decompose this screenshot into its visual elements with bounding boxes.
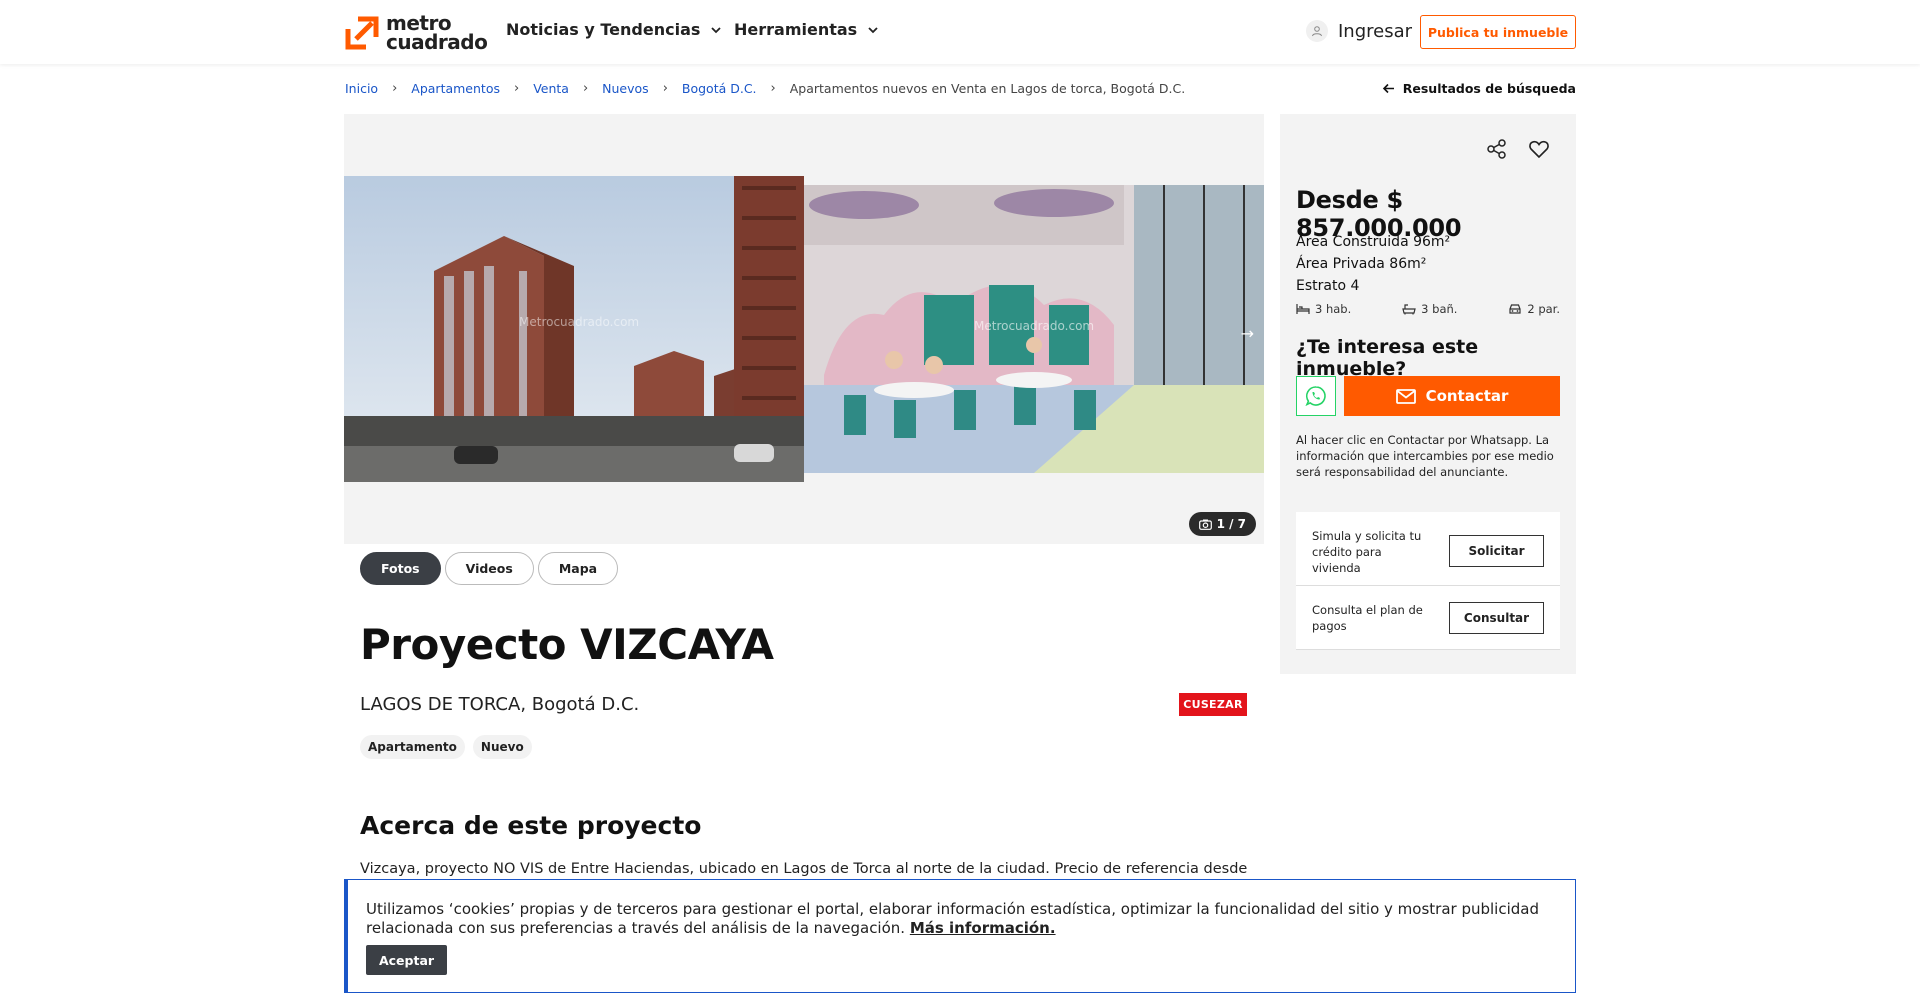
chevron-down-icon xyxy=(868,26,878,33)
whatsapp-icon xyxy=(1305,386,1326,407)
gallery-next-arrow-icon[interactable]: → xyxy=(1241,324,1254,343)
breadcrumb-separator: › xyxy=(392,81,398,96)
breadcrumb-current: Apartamentos nuevos en Venta en Lagos de… xyxy=(789,81,1186,96)
estrato: Estrato 4 xyxy=(1296,278,1360,294)
credit-box: Simula y solicita tu crédito para vivien… xyxy=(1296,512,1560,650)
contact-button[interactable]: Contactar xyxy=(1344,376,1560,416)
interest-heading: ¿Te interesa este inmueble? xyxy=(1296,336,1479,380)
contact-disclaimer: Al hacer clic en Contactar por Whatsapp.… xyxy=(1296,433,1554,479)
logo-mark-icon xyxy=(345,16,379,50)
arrow-left-icon xyxy=(1382,83,1394,94)
payment-plan-text: Consulta el plan de pagos xyxy=(1312,603,1423,633)
payment-plan-row: Consulta el plan de pagos Consultar xyxy=(1296,586,1560,650)
breadcrumb-venta[interactable]: Venta xyxy=(533,81,569,96)
whatsapp-button[interactable] xyxy=(1296,376,1336,416)
feature-parking-label: 2 par. xyxy=(1527,302,1560,316)
consultar-button[interactable]: Consultar xyxy=(1449,602,1544,634)
tab-fotos[interactable]: Fotos xyxy=(360,552,441,585)
publish-button[interactable]: Publica tu inmueble xyxy=(1420,15,1576,49)
breadcrumb-bogota[interactable]: Bogotá D.C. xyxy=(682,81,757,96)
kids-playroom-photo[interactable]: Metrocuadrado.com xyxy=(804,185,1264,473)
about-heading: Acerca de este proyecto xyxy=(360,811,702,840)
mail-icon xyxy=(1395,388,1416,404)
breadcrumb-separator: › xyxy=(582,81,589,96)
breadcrumb: Inicio › Apartamentos › Venta › Nuevos ›… xyxy=(345,81,1185,96)
back-label: Resultados de búsqueda xyxy=(1402,81,1576,96)
media-tabs: Fotos Videos Mapa xyxy=(360,552,619,585)
photo-counter-badge: 1 / 7 xyxy=(1188,512,1256,536)
tab-videos[interactable]: Videos xyxy=(444,552,534,585)
cookie-more-info-link[interactable]: Más información. xyxy=(910,919,1056,937)
share-icon[interactable] xyxy=(1486,138,1508,160)
cookie-banner: Utilizamos ‘cookies’ propias y de tercer… xyxy=(344,879,1576,993)
login-link[interactable]: Ingresar xyxy=(1306,20,1412,42)
feature-bathrooms-label: 3 bañ. xyxy=(1421,302,1458,316)
price-sidebar: Desde $ 857.000.000 Área Construida 96m²… xyxy=(1280,114,1576,674)
contact-label: Contactar xyxy=(1425,387,1509,405)
breadcrumb-separator: › xyxy=(662,81,668,96)
breadcrumb-separator: › xyxy=(513,81,520,96)
nav-herramientas-label: Herramientas xyxy=(734,20,858,39)
camera-icon xyxy=(1198,519,1212,530)
site-header: metro cuadrado Noticias y Tendencias Her… xyxy=(0,0,1920,64)
nav-herramientas[interactable]: Herramientas xyxy=(734,20,879,39)
building-exterior-photo[interactable]: Metrocuadrado.com xyxy=(344,176,804,482)
login-label: Ingresar xyxy=(1338,20,1413,42)
credit-row: Simula y solicita tu crédito para vivien… xyxy=(1296,512,1560,586)
builder-logo[interactable]: CUSEZAR xyxy=(1179,693,1247,716)
car-icon xyxy=(1509,304,1521,314)
area-construida: Área Construida 96m² xyxy=(1296,234,1451,250)
gallery-watermark: Metrocuadrado.com xyxy=(519,315,639,329)
feature-bedrooms-label: 3 hab. xyxy=(1315,302,1352,316)
credit-text: Simula y solicita tu crédito para vivien… xyxy=(1312,529,1422,575)
project-title: Proyecto VIZCAYA xyxy=(360,620,774,669)
breadcrumb-separator: › xyxy=(770,81,776,96)
about-text: Vizcaya, proyecto NO VIS de Entre Hacien… xyxy=(360,861,1248,877)
breadcrumb-apartamentos[interactable]: Apartamentos xyxy=(411,81,500,96)
metrocuadrado-logo[interactable]: metro cuadrado xyxy=(344,13,488,54)
tag-nuevo: Nuevo xyxy=(472,735,532,759)
features-row: 3 hab. 3 bañ. 2 par. xyxy=(1296,302,1560,316)
logo-text-line2: cuadrado xyxy=(386,30,488,54)
area-privada: Área Privada 86m² xyxy=(1296,256,1427,272)
photo-counter-text: 1 / 7 xyxy=(1216,517,1246,531)
bed-icon xyxy=(1296,304,1310,314)
feature-bathrooms: 3 bañ. xyxy=(1402,302,1457,316)
bathtub-icon xyxy=(1402,304,1416,315)
feature-parking: 2 par. xyxy=(1508,302,1560,316)
chevron-down-icon xyxy=(711,26,722,33)
cookie-accept-button[interactable]: Aceptar xyxy=(366,945,447,975)
nav-noticias[interactable]: Noticias y Tendencias xyxy=(506,20,722,39)
project-location: LAGOS DE TORCA, Bogotá D.C. xyxy=(360,694,640,715)
breadcrumb-nuevos[interactable]: Nuevos xyxy=(602,81,649,96)
feature-bedrooms: 3 hab. xyxy=(1296,302,1351,316)
heart-icon[interactable] xyxy=(1528,138,1550,160)
gallery-watermark: Metrocuadrado.com xyxy=(974,319,1094,333)
solicitar-button[interactable]: Solicitar xyxy=(1449,535,1544,567)
tab-mapa[interactable]: Mapa xyxy=(537,552,619,585)
tag-apartamento: Apartamento xyxy=(360,735,465,759)
property-tags: Apartamento Nuevo xyxy=(360,735,532,759)
photo-gallery[interactable]: Metrocuadrado.com Metrocuadrado.com → 1 … xyxy=(344,114,1264,544)
breadcrumb-inicio[interactable]: Inicio xyxy=(345,81,378,96)
nav-noticias-label: Noticias y Tendencias xyxy=(506,20,701,39)
user-icon xyxy=(1306,20,1328,42)
back-to-results-link[interactable]: Resultados de búsqueda xyxy=(1382,81,1576,96)
